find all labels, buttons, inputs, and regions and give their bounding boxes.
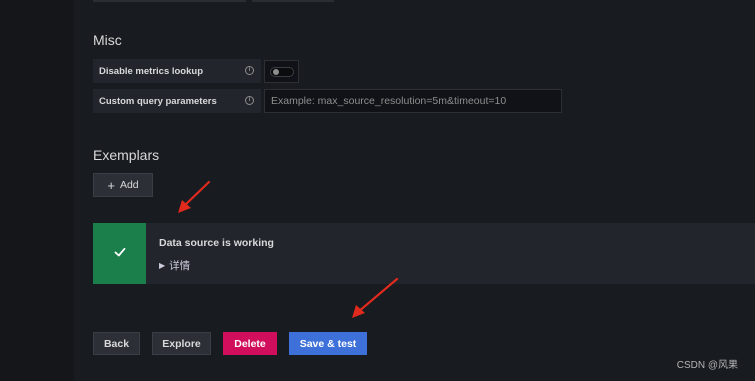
plus-icon: + [107, 177, 115, 193]
disable-metrics-lookup-text: Disable metrics lookup [99, 66, 204, 77]
alert-status-indicator [93, 223, 146, 284]
delete-button[interactable]: Delete [223, 332, 277, 355]
check-icon [114, 247, 126, 257]
exemplars-section-title: Exemplars [93, 147, 160, 163]
datasource-settings-panel [74, 0, 755, 381]
info-icon[interactable]: i [245, 66, 254, 75]
disable-metrics-lookup-label: Disable metrics lookup i [93, 59, 261, 83]
toggle-track[interactable] [270, 67, 294, 77]
alert-details-label: 详情 [169, 260, 191, 272]
previous-field-input[interactable] [252, 0, 334, 2]
custom-query-parameters-label: Custom query parameters i [93, 89, 261, 113]
alert-details-toggle[interactable]: ▶ 详情 [159, 258, 190, 273]
explore-button[interactable]: Explore [152, 332, 211, 355]
left-panel [0, 0, 74, 381]
datasource-status-alert: Data source is working ▶ 详情 [93, 223, 755, 284]
toggle-knob [273, 69, 279, 75]
previous-field-label [93, 0, 246, 2]
custom-query-parameters-text: Custom query parameters [99, 96, 217, 107]
caret-right-icon: ▶ [159, 261, 166, 270]
add-button-label: Add [119, 179, 139, 191]
add-exemplar-button[interactable]: + Add [93, 173, 153, 197]
info-icon[interactable]: i [245, 96, 254, 105]
save-and-test-button[interactable]: Save & test [289, 332, 367, 355]
disable-metrics-lookup-toggle[interactable] [264, 60, 299, 83]
misc-section-title: Misc [93, 32, 122, 48]
back-button[interactable]: Back [93, 332, 140, 355]
watermark: CSDN @风果 [676, 360, 738, 371]
alert-title: Data source is working [159, 237, 274, 249]
custom-query-parameters-input[interactable] [264, 89, 562, 113]
